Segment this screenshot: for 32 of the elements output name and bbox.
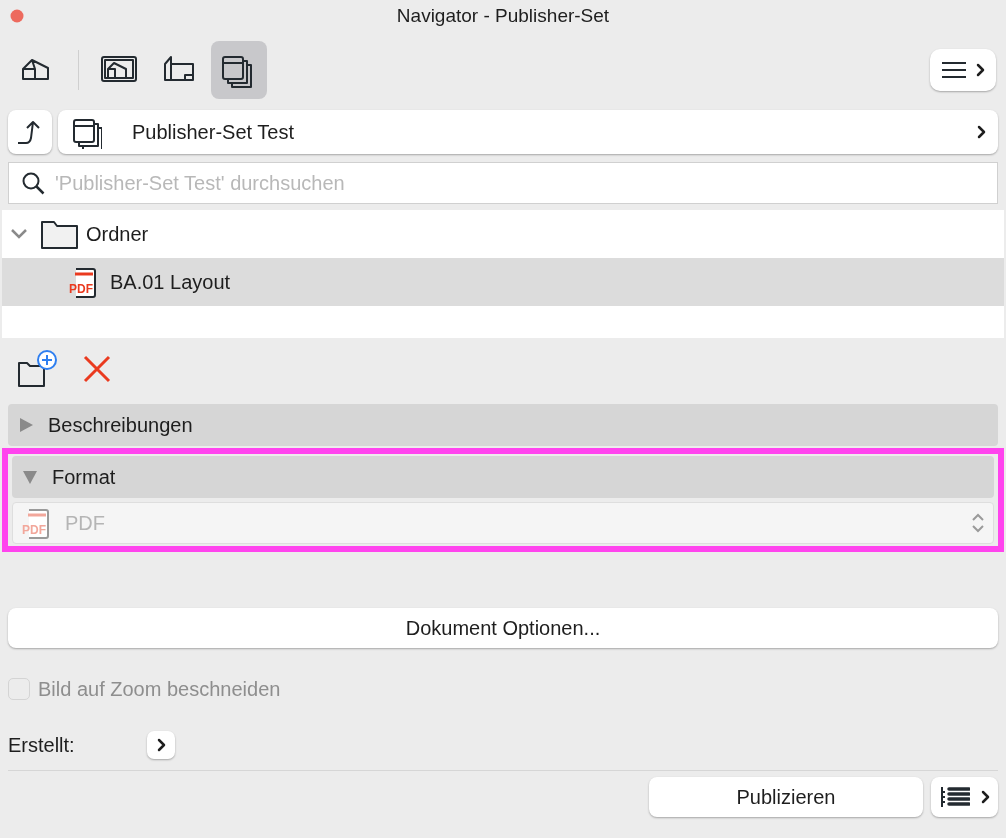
up-down-arrows-icon xyxy=(971,512,985,534)
triangle-down-icon xyxy=(22,469,38,485)
chevron-down-icon[interactable] xyxy=(10,228,28,240)
tree-item[interactable]: PDF BA.01 Layout xyxy=(2,258,1004,306)
expand-button[interactable] xyxy=(147,731,175,759)
document-options-button[interactable]: Dokument Optionen... xyxy=(8,608,998,648)
triangle-right-icon xyxy=(18,417,34,433)
menu-button[interactable] xyxy=(930,49,996,91)
up-button[interactable] xyxy=(8,110,52,154)
close-button[interactable] xyxy=(10,9,24,23)
search-input[interactable]: 'Publisher-Set Test' durchsuchen xyxy=(55,168,985,198)
new-folder-button[interactable] xyxy=(16,349,60,389)
search-icon xyxy=(21,171,45,195)
chevron-right-icon xyxy=(975,62,985,78)
section-header[interactable]: Beschreibungen xyxy=(8,404,998,446)
chevron-right-icon xyxy=(156,737,166,753)
menu-icon xyxy=(941,60,967,80)
list-icon xyxy=(939,785,970,809)
path-dropdown[interactable]: Publisher-Set Test xyxy=(58,110,998,154)
view-tab[interactable] xyxy=(211,41,267,99)
list-options-button[interactable] xyxy=(931,777,998,817)
tree-item[interactable]: Ordner xyxy=(2,210,1004,258)
chevron-right-icon xyxy=(976,124,986,140)
checkbox-label: Bild auf Zoom beschneiden xyxy=(38,677,281,702)
window-title: Navigator - Publisher-Set xyxy=(396,3,610,28)
delete-button[interactable] xyxy=(82,354,112,384)
folder-icon xyxy=(40,218,80,250)
chevron-right-icon xyxy=(979,789,990,805)
publish-button[interactable]: Publizieren xyxy=(649,777,923,817)
created-label: Erstellt: xyxy=(8,733,76,758)
section-header[interactable]: Format xyxy=(12,456,994,498)
search-field[interactable]: 'Publisher-Set Test' durchsuchen xyxy=(8,162,998,204)
